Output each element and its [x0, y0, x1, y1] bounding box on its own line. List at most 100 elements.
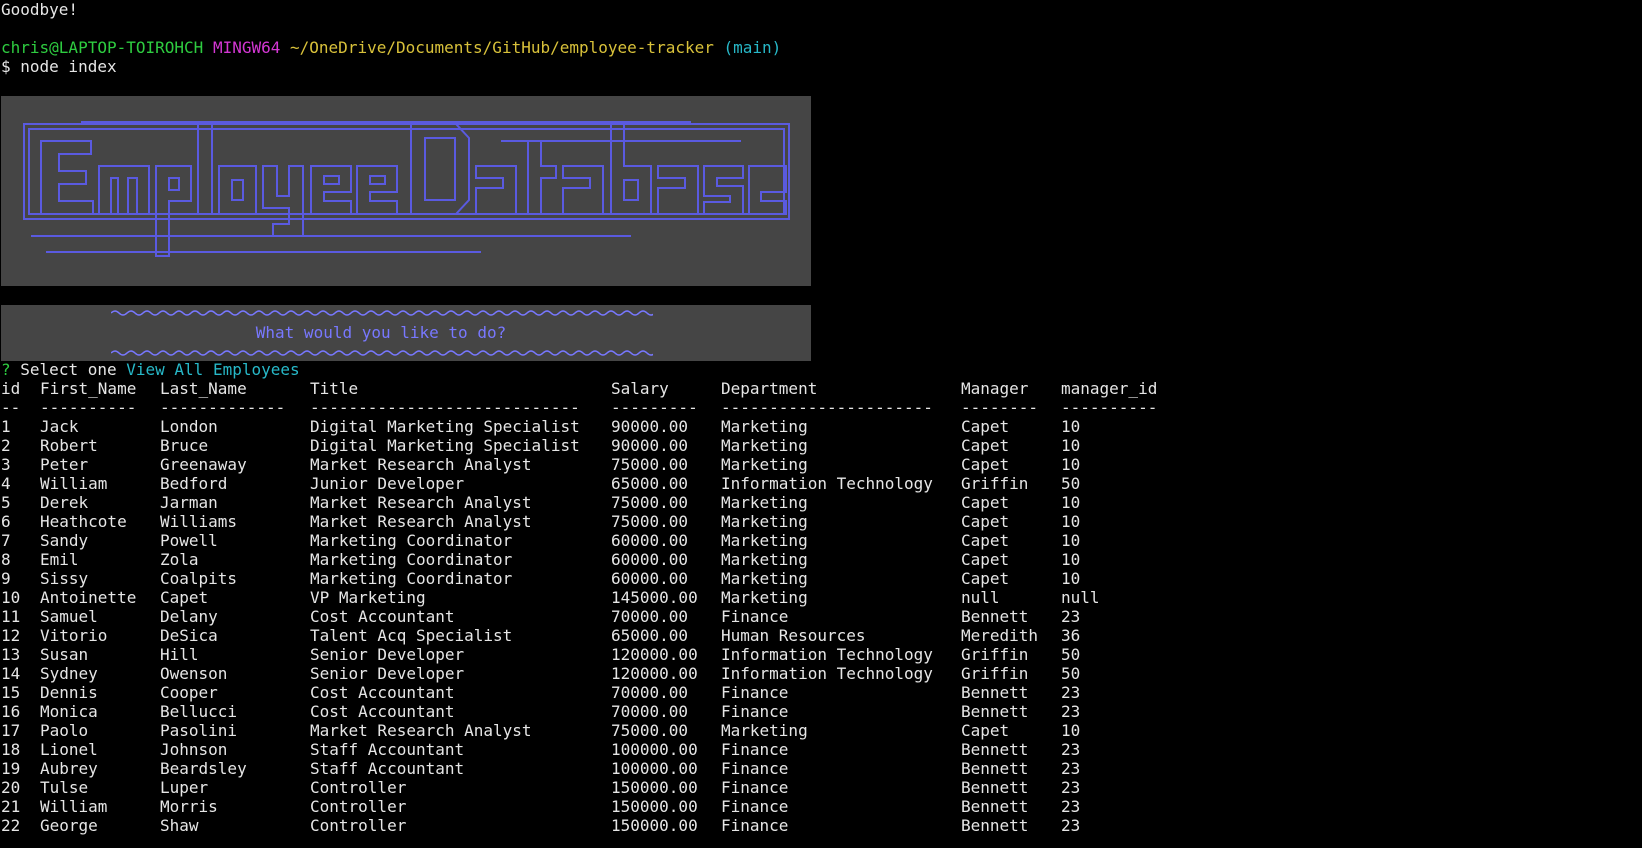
cell-title: Market Research Analyst: [310, 455, 532, 474]
cell-department: Marketing: [721, 588, 808, 607]
cell-manager-id: 50: [1061, 474, 1081, 493]
cell-last-name: Williams: [160, 512, 238, 531]
cell-id: 18: [1, 740, 21, 759]
cell-salary: ---------: [611, 398, 698, 417]
cell-first-name: William: [40, 474, 108, 493]
cell-manager-id: 10: [1061, 455, 1081, 474]
cell-id: 2: [1, 436, 11, 455]
selected-answer: View All Employees: [126, 360, 300, 379]
cell-id: 6: [1, 512, 11, 531]
cell-manager: Meredith: [961, 626, 1039, 645]
cell-title: Senior Developer: [310, 664, 465, 683]
cell-first-name: Emil: [40, 550, 79, 569]
cell-id: 11: [1, 607, 21, 626]
cell-manager-id: 23: [1061, 759, 1081, 778]
cell-title: Digital Marketing Specialist: [310, 436, 580, 455]
cell-title: Controller: [310, 816, 407, 835]
cell-first-name: William: [40, 797, 108, 816]
cell-last-name: Greenaway: [160, 455, 247, 474]
cell-department: Information Technology: [721, 664, 933, 683]
cell-first-name: Monica: [40, 702, 98, 721]
question-mark-icon: ?: [1, 360, 11, 379]
cell-salary: 60000.00: [611, 569, 689, 588]
cell-manager: Capet: [961, 493, 1010, 512]
cell-id: 4: [1, 474, 11, 493]
cell-last-name: DeSica: [160, 626, 218, 645]
select-prompt[interactable]: ? Select one View All Employees: [1, 360, 300, 379]
cell-first-name: Tulse: [40, 778, 89, 797]
cell-department: ----------------------: [721, 398, 933, 417]
cell-title: Cost Accountant: [310, 607, 455, 626]
cell-first-name: Vitorio: [40, 626, 108, 645]
cell-manager: Capet: [961, 531, 1010, 550]
cell-title: Digital Marketing Specialist: [310, 417, 580, 436]
cell-last-name: Bruce: [160, 436, 209, 455]
cell-department: Marketing: [721, 569, 808, 588]
cell-title: Marketing Coordinator: [310, 550, 513, 569]
cell-manager: Bennett: [961, 797, 1029, 816]
cell-salary: 90000.00: [611, 417, 689, 436]
cell-manager-id: 50: [1061, 645, 1081, 664]
cell-salary: 120000.00: [611, 645, 698, 664]
cell-salary: 100000.00: [611, 740, 698, 759]
cell-manager: --------: [961, 398, 1039, 417]
cell-id: 15: [1, 683, 21, 702]
cell-first-name: Robert: [40, 436, 98, 455]
cell-salary: 75000.00: [611, 493, 689, 512]
cell-salary: 65000.00: [611, 474, 689, 493]
cell-manager-id: 10: [1061, 417, 1081, 436]
cell-salary: 90000.00: [611, 436, 689, 455]
cell-id: 12: [1, 626, 21, 645]
cell-id: 22: [1, 816, 21, 835]
cell-id: 7: [1, 531, 11, 550]
wave-divider-top: [111, 310, 653, 316]
prompt-question: What would you like to do?: [255, 323, 507, 342]
cell-first-name: Heathcote: [40, 512, 127, 531]
cell-department: Finance: [721, 816, 789, 835]
cell-id: 17: [1, 721, 21, 740]
cell-last-name: Morris: [160, 797, 218, 816]
cell-id: --: [1, 398, 21, 417]
cell-first-name: First_Name: [40, 379, 137, 398]
cell-id: 19: [1, 759, 21, 778]
wave-divider-bottom: [111, 350, 653, 356]
cell-first-name: Dennis: [40, 683, 98, 702]
cell-first-name: Paolo: [40, 721, 89, 740]
cell-id: 8: [1, 550, 11, 569]
cell-manager: Capet: [961, 550, 1010, 569]
cell-title: Controller: [310, 797, 407, 816]
cell-title: Staff Accountant: [310, 759, 465, 778]
cell-salary: 150000.00: [611, 816, 698, 835]
cell-title: Cost Accountant: [310, 683, 455, 702]
cell-last-name: Beardsley: [160, 759, 247, 778]
cell-salary: 150000.00: [611, 797, 698, 816]
cell-last-name: Zola: [160, 550, 199, 569]
select-label: Select one: [20, 360, 117, 379]
ascii-banner: [1, 96, 811, 286]
cell-salary: 60000.00: [611, 531, 689, 550]
cell-manager-id: 23: [1061, 778, 1081, 797]
cell-title: Senior Developer: [310, 645, 465, 664]
cell-manager-id: 50: [1061, 664, 1081, 683]
cell-id: 5: [1, 493, 11, 512]
cell-manager-id: manager_id: [1061, 379, 1158, 398]
cell-first-name: ----------: [40, 398, 137, 417]
cell-manager-id: 10: [1061, 569, 1081, 588]
cell-salary: 75000.00: [611, 455, 689, 474]
cell-first-name: Lionel: [40, 740, 98, 759]
cell-id: 21: [1, 797, 21, 816]
shell-prompt-line: chris@LAPTOP-TOIROHCH MINGW64 ~/OneDrive…: [1, 38, 781, 57]
cell-title: Controller: [310, 778, 407, 797]
cell-department: Finance: [721, 759, 789, 778]
cell-department: Marketing: [721, 550, 808, 569]
cell-department: Finance: [721, 797, 789, 816]
cell-salary: 120000.00: [611, 664, 698, 683]
cell-title: VP Marketing: [310, 588, 426, 607]
cell-title: Market Research Analyst: [310, 512, 532, 531]
cell-department: Marketing: [721, 512, 808, 531]
cell-first-name: Peter: [40, 455, 89, 474]
cell-last-name: Hill: [160, 645, 199, 664]
question-box: What would you like to do?: [1, 305, 811, 361]
cell-manager: Bennett: [961, 778, 1029, 797]
cell-manager-id: 23: [1061, 740, 1081, 759]
